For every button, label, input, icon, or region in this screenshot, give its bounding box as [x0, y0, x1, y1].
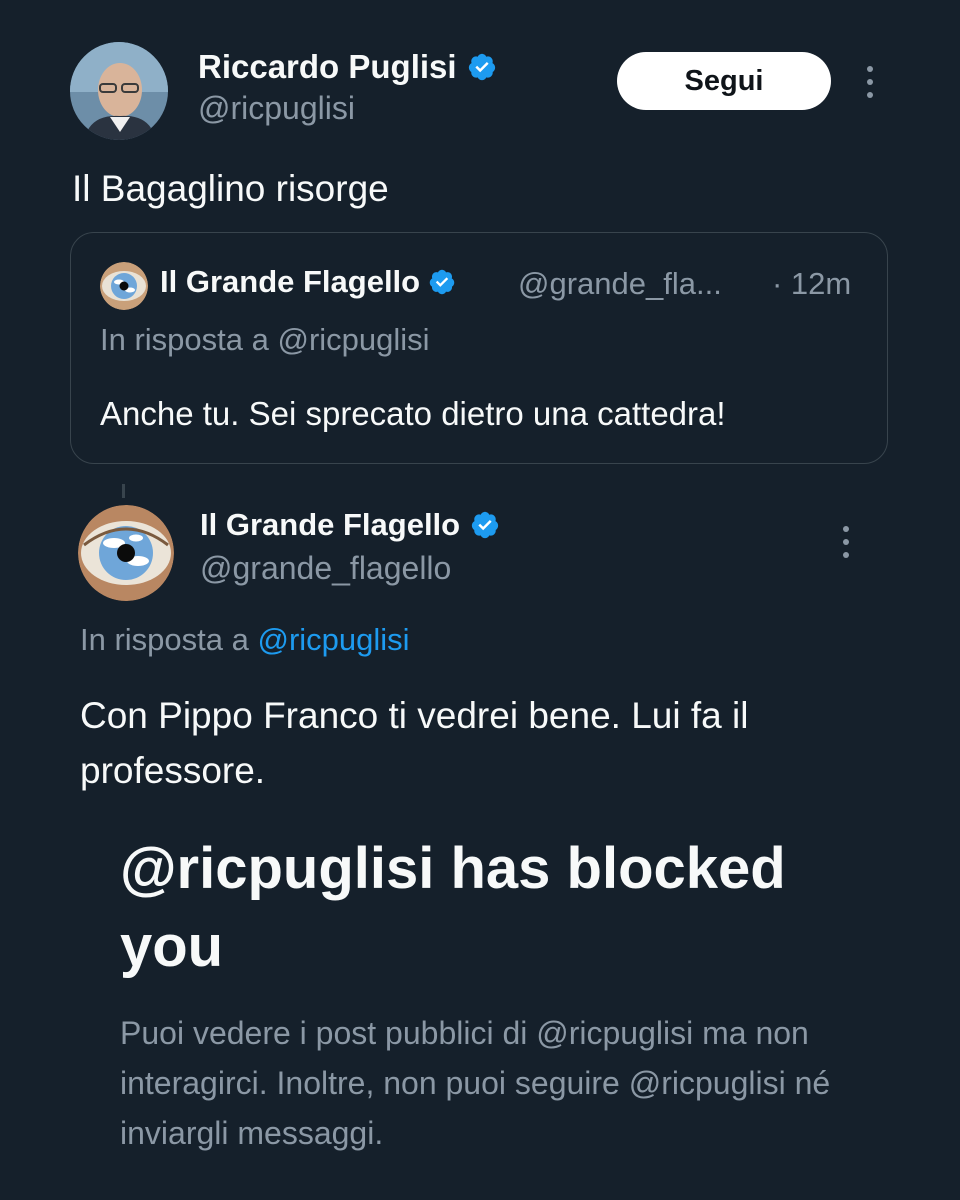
tweet-text: Il Bagaglino risorge	[72, 168, 389, 209]
author-name-text[interactable]: Riccardo Puglisi	[198, 48, 457, 86]
quoted-reply-context: In risposta a @ricpuglisi	[100, 322, 430, 357]
reply-mention-link[interactable]: @ricpuglisi	[258, 622, 410, 657]
reply-context: In risposta a @ricpuglisi	[80, 622, 410, 658]
quoted-tweet-time: · 12m	[772, 266, 852, 301]
more-options-icon[interactable]	[858, 62, 882, 102]
quoted-author-handle: @grande_fla...	[518, 266, 722, 301]
reply-author-handle[interactable]: @grande_flagello	[200, 550, 451, 587]
blocked-notice-title: @ricpuglisi has blocked you	[120, 836, 786, 979]
author-name[interactable]: Riccardo Puglisi	[198, 48, 497, 86]
reply-context-prefix: In risposta a	[80, 622, 249, 657]
reply-tweet-text: Con Pippo Franco ti vedrei bene. Lui fa …	[80, 695, 749, 791]
verified-badge-icon	[470, 510, 500, 540]
blocked-notice-description: Puoi vedere i post pubblici di @ricpugli…	[120, 1015, 831, 1151]
verified-badge-icon	[467, 52, 497, 82]
reply-author-name[interactable]: Il Grande Flagello	[200, 507, 500, 543]
verified-badge-icon	[428, 268, 456, 296]
quoted-tweet-text: Anche tu. Sei sprecato dietro una catted…	[100, 395, 726, 432]
quoted-author-name-text: Il Grande Flagello	[160, 264, 421, 299]
reply-author-name-text[interactable]: Il Grande Flagello	[200, 507, 460, 543]
quoted-author-avatar	[100, 262, 148, 310]
author-handle[interactable]: @ricpuglisi	[198, 90, 355, 127]
follow-button[interactable]: Segui	[617, 52, 831, 110]
more-options-icon[interactable]	[834, 522, 858, 562]
reply-author-avatar[interactable]	[78, 505, 174, 601]
thread-connector	[122, 484, 125, 498]
quoted-author-name: Il Grande Flagello	[160, 264, 456, 300]
author-avatar[interactable]	[70, 42, 168, 140]
